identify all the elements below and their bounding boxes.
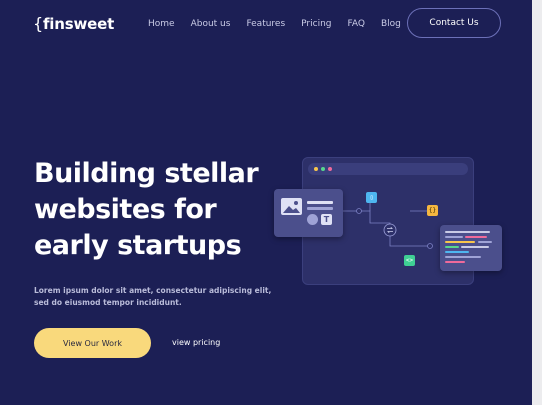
text-line bbox=[307, 207, 333, 210]
code-card bbox=[440, 225, 502, 271]
avatar-circle bbox=[307, 214, 318, 225]
text-line bbox=[307, 201, 333, 204]
connector-lines bbox=[343, 200, 433, 249]
code-line bbox=[445, 251, 469, 253]
code-line bbox=[445, 261, 465, 263]
code-line bbox=[461, 246, 489, 248]
code-line bbox=[445, 231, 490, 233]
document-icon: ▯ bbox=[366, 192, 377, 203]
code-line bbox=[445, 236, 463, 238]
image-icon bbox=[281, 198, 302, 215]
code-line bbox=[445, 256, 481, 258]
code-braces-icon: {} bbox=[427, 205, 438, 216]
text-icon: T bbox=[321, 214, 332, 225]
code-line bbox=[478, 241, 492, 243]
code-line bbox=[445, 246, 459, 248]
code-tag-icon: <> bbox=[404, 255, 415, 266]
sync-icon bbox=[383, 223, 397, 237]
code-line bbox=[465, 236, 487, 238]
image-card: T bbox=[274, 189, 343, 237]
code-line bbox=[445, 241, 475, 243]
